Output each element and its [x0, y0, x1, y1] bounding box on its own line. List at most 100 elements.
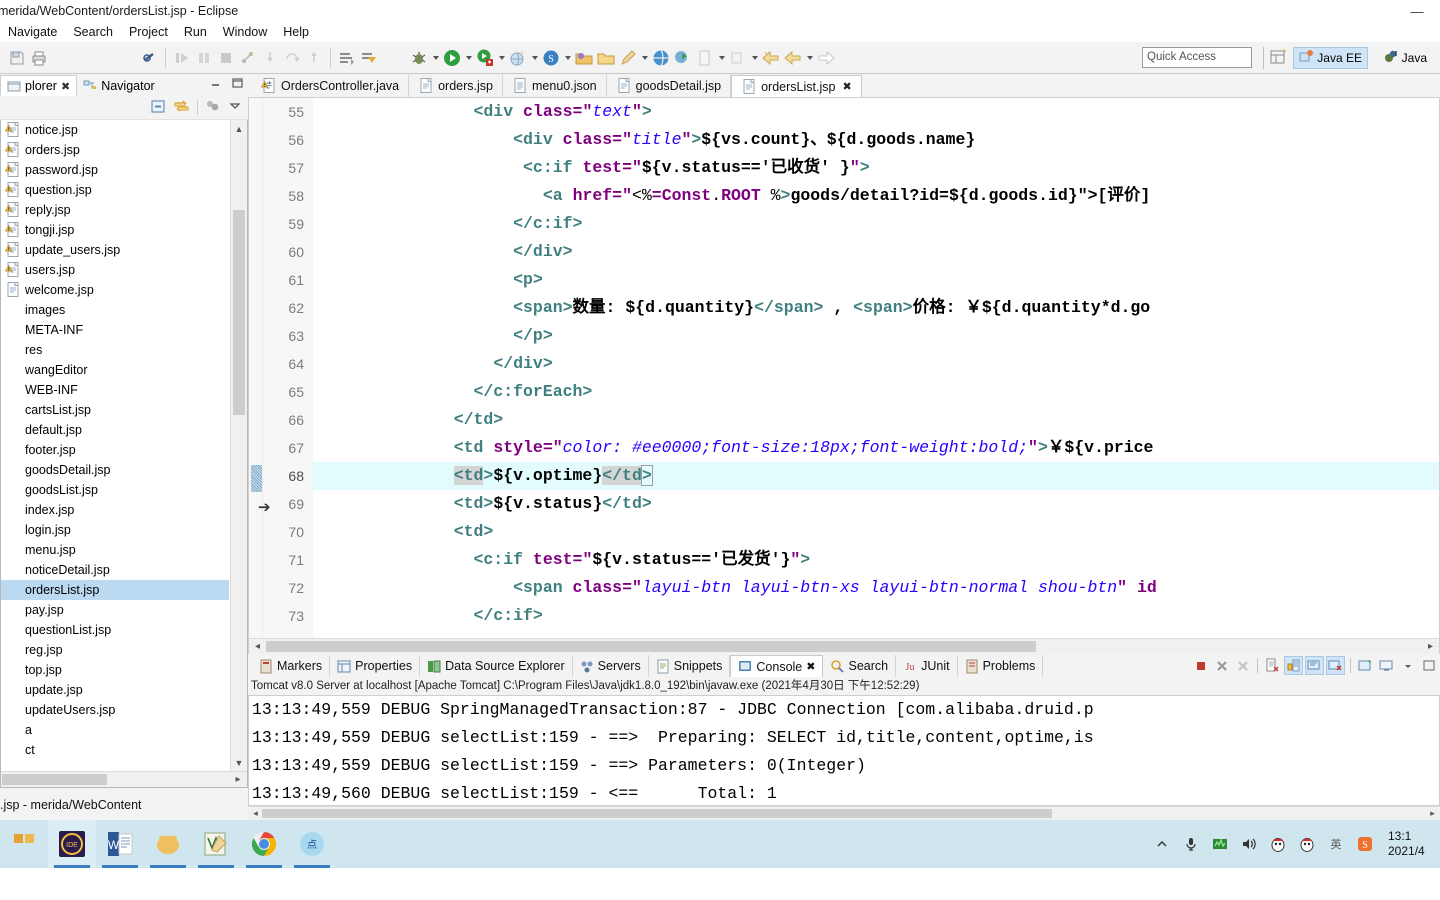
qq-icon[interactable] [1268, 834, 1288, 854]
tree-item[interactable]: welcome.jsp [1, 280, 229, 300]
taskbar-app-chrome[interactable] [240, 820, 288, 868]
tree-item[interactable]: ordersList.jsp [1, 580, 229, 600]
show-console-icon[interactable] [1305, 656, 1324, 675]
console-tab-search[interactable]: Search [823, 655, 897, 677]
terminate-console-icon[interactable] [1191, 656, 1210, 675]
perspective-java-ee[interactable]: Java EE [1293, 47, 1368, 69]
quick-access-field[interactable]: Quick Access [1142, 47, 1252, 68]
globe-run-icon[interactable] [672, 47, 694, 69]
tree-item[interactable]: update_users.jsp [1, 240, 229, 260]
sogou-icon[interactable]: S [1355, 834, 1375, 854]
menu-item-search[interactable]: Search [65, 23, 121, 41]
forward-dropdown-icon[interactable] [804, 47, 815, 69]
console-tab-properties[interactable]: Properties [330, 655, 421, 677]
console-tab-problems[interactable]: Problems [958, 655, 1044, 677]
tab-project-explorer[interactable]: plorer ✖ [0, 75, 78, 96]
menu-item-navigate[interactable]: Navigate [0, 23, 65, 41]
run-on-server-icon[interactable] [507, 47, 529, 69]
console-tab-servers[interactable]: Servers [573, 655, 649, 677]
volume-icon[interactable] [1239, 834, 1259, 854]
spring-dropdown-icon[interactable] [562, 47, 573, 69]
pen-icon[interactable] [617, 47, 639, 69]
console-tab-snippets[interactable]: Snippets [649, 655, 731, 677]
scrollbar-thumb[interactable] [233, 210, 245, 415]
editor-tab-goodsdetail-jsp[interactable]: goodsDetail.jsp [606, 75, 732, 97]
new-dropdown-icon[interactable] [716, 47, 727, 69]
tree-item[interactable]: pay.jsp [1, 600, 229, 620]
scrollbar-thumb-h[interactable] [2, 774, 107, 785]
code-editor[interactable]: 55 56 57 58 59 60 61 62 63 64 65 66 67 68 69 70 71 72 73 <… [248, 97, 1440, 654]
pen-dropdown-icon[interactable] [639, 47, 650, 69]
taskbar-app-browser-cn[interactable]: 点 [288, 820, 336, 868]
tree-item[interactable]: users.jsp [1, 260, 229, 280]
debug-icon[interactable] [408, 47, 430, 69]
code-line[interactable]: <p> [313, 266, 1439, 294]
explorer-vertical-scrollbar[interactable]: ▲ ▼ [230, 120, 247, 771]
next-annotation-icon[interactable] [336, 47, 358, 69]
remove-all-launches-icon[interactable] [1233, 656, 1252, 675]
save-icon[interactable] [6, 47, 28, 69]
code-line[interactable]: </td> [313, 406, 1439, 434]
taskbar-app-folder-app[interactable] [144, 820, 192, 868]
maximize-view-icon[interactable] [231, 77, 244, 92]
editor-tab-orderslist-jsp[interactable]: ordersList.jsp ✖ [731, 75, 862, 97]
editor-tab-orderscontroller-java[interactable]: OrdersController.java [252, 75, 410, 97]
start-button[interactable] [0, 820, 48, 868]
tree-item[interactable]: reply.jsp [1, 200, 229, 220]
tree-item[interactable]: noticeDetail.jsp [1, 560, 229, 580]
ime-icon[interactable]: 英 [1326, 834, 1346, 854]
code-line[interactable]: <td>${v.optime}</td> [313, 462, 1439, 490]
code-line[interactable]: <c:if test="${v.status=='已发货'}"> [313, 546, 1439, 574]
code-line[interactable]: </div> [313, 350, 1439, 378]
open-console-icon[interactable] [1356, 656, 1375, 675]
console-tab-junit[interactable]: Ju JUnit [896, 655, 958, 677]
tree-item[interactable]: images [1, 300, 229, 320]
qq-icon-2[interactable] [1297, 834, 1317, 854]
menu-item-window[interactable]: Window [215, 23, 275, 41]
tree-item[interactable]: menu.jsp [1, 540, 229, 560]
tree-item[interactable]: question.jsp [1, 180, 229, 200]
tree-item[interactable]: ct [1, 740, 229, 760]
code-line[interactable]: <td style="color: #ee0000;font-size:18px… [313, 434, 1439, 462]
editor-tab-menu0-json[interactable]: menu0.json [503, 75, 607, 97]
tree-item[interactable]: default.jsp [1, 420, 229, 440]
code-line[interactable]: <td> [313, 518, 1439, 546]
tab-navigator[interactable]: Navigator [77, 75, 161, 96]
code-line[interactable]: <td>${v.status}</td> [313, 490, 1439, 518]
explorer-horizontal-scrollbar[interactable]: ▸ [1, 771, 247, 787]
console-tab-console[interactable]: Console ✖ [730, 655, 824, 677]
open-perspective-icon[interactable] [1270, 48, 1290, 68]
print-icon[interactable] [28, 47, 50, 69]
menu-item-run[interactable]: Run [176, 23, 215, 41]
view-menu-filter-icon[interactable] [205, 99, 221, 116]
network-activity-icon[interactable] [1210, 834, 1230, 854]
taskbar-clock[interactable]: 13:1 2021/4 [1388, 829, 1434, 859]
console-dropdown-icon[interactable] [1398, 656, 1417, 675]
chevron-up-icon[interactable] [1152, 834, 1172, 854]
taskbar-app-word[interactable]: W [96, 820, 144, 868]
editor-tab-orders-jsp[interactable]: orders.jsp [409, 75, 503, 97]
code-line[interactable]: <c:if test="${v.status=='已收货' }"> [313, 154, 1439, 182]
close-icon[interactable]: ✖ [61, 80, 70, 93]
skip-breakpoints-icon[interactable] [138, 47, 160, 69]
console-scroll-left-icon[interactable]: ◂ [249, 807, 262, 820]
tree-item[interactable]: WEB-INF [1, 380, 229, 400]
code-line[interactable]: <div class="title">${vs.count}、${d.goods… [313, 126, 1439, 154]
remove-launch-icon[interactable] [1212, 656, 1231, 675]
console-horizontal-scrollbar[interactable]: ◂ ▸ [248, 806, 1440, 820]
explorer-tree[interactable]: notice.jsp orders.jsp password.jsp question… [1, 120, 229, 771]
back-history-dropdown-icon[interactable] [749, 47, 760, 69]
code-line[interactable]: <span>数量: ${d.quantity}</span> , <span>价… [313, 294, 1439, 322]
tree-item[interactable]: cartsList.jsp [1, 400, 229, 420]
taskbar-app-eclipse-ide[interactable]: IDE [48, 820, 96, 868]
tree-item[interactable]: questionList.jsp [1, 620, 229, 640]
run-on-server-dropdown-icon[interactable] [529, 47, 540, 69]
taskbar-app-editor-app[interactable] [192, 820, 240, 868]
tree-item[interactable]: top.jsp [1, 660, 229, 680]
run-as-dropdown-icon[interactable] [496, 47, 507, 69]
scroll-lock-icon[interactable] [1284, 656, 1303, 675]
console-scroll-right-icon[interactable]: ▸ [1426, 807, 1439, 820]
tree-item[interactable]: goodsList.jsp [1, 480, 229, 500]
code-line[interactable]: </c:if> [313, 602, 1439, 630]
tree-item[interactable]: res [1, 340, 229, 360]
